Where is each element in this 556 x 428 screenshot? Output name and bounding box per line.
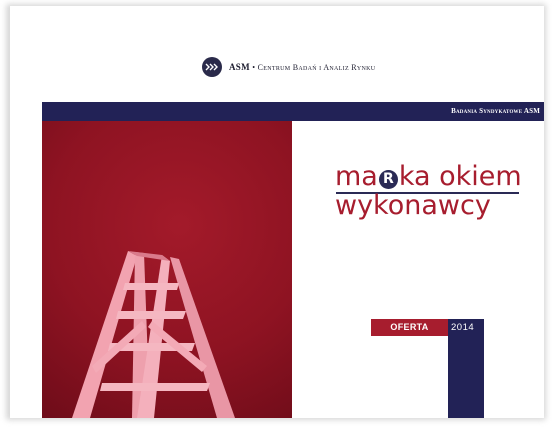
ladder-illustration <box>72 251 235 418</box>
cover-title: ma Rka okiem wykonawcy <box>335 163 535 219</box>
logo-tagline: Centrum Badań i Analiz Rynku <box>257 63 376 72</box>
title-line-2: wykonawcy <box>335 190 491 221</box>
cover-photo-ladder <box>42 121 292 418</box>
brochure-page: ASM • Centrum Badań i Analiz Rynku Badan… <box>10 6 544 418</box>
title-prefix: ma <box>335 161 378 192</box>
offer-year: 2014 <box>451 322 475 333</box>
asm-logo: ASM • Centrum Badań i Analiz Rynku <box>202 57 375 77</box>
top-bar: Badania Syndykatowe ASM <box>42 102 544 121</box>
logo-text: ASM • Centrum Badań i Analiz Rynku <box>229 62 375 72</box>
title-suffix: ka okiem <box>398 161 522 192</box>
page-header: ASM • Centrum Badań i Analiz Rynku <box>10 6 544 100</box>
logo-name: ASM <box>229 62 250 72</box>
logo-separator: • <box>252 63 256 72</box>
registered-mark-icon: R <box>378 170 398 189</box>
title-line-1: ma Rka okiem <box>335 163 535 190</box>
top-bar-label: Badania Syndykatowe ASM <box>451 107 540 115</box>
asm-arrows-icon <box>202 57 222 77</box>
offer-label: OFERTA <box>371 319 448 336</box>
